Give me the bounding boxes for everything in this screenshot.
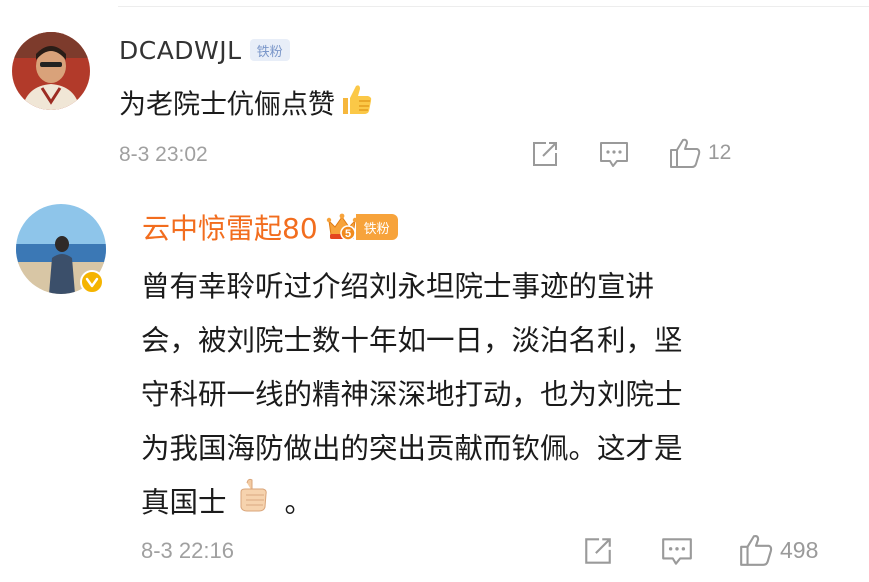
thumbs-up-emoji bbox=[237, 477, 271, 531]
like-count: 12 bbox=[708, 141, 732, 164]
comment-text-line: 曾有幸聆听过介绍刘永坦院士事迹的宣讲 bbox=[141, 270, 655, 303]
crown-level: 5 bbox=[345, 228, 351, 240]
comment-button[interactable] bbox=[660, 536, 694, 568]
timestamp: 8-3 23:02 bbox=[119, 143, 208, 166]
like-icon bbox=[738, 533, 774, 567]
comment-text-line: 为我国海防做出的突出贡献而钦佩。这才是 bbox=[141, 432, 683, 465]
username[interactable]: 云中惊雷起80 bbox=[142, 207, 318, 247]
comment-text-line: 会，被刘院士数十年如一日，淡泊名利，坚 bbox=[141, 324, 683, 357]
fan-badge[interactable]: 铁粉 bbox=[355, 214, 398, 240]
comment-text-content: 为老院士伉俪点赞 bbox=[119, 89, 335, 121]
like-icon bbox=[668, 137, 702, 169]
verified-icon bbox=[85, 277, 99, 288]
like-button[interactable]: 12 bbox=[668, 137, 731, 169]
comment-text-content: 。 bbox=[284, 486, 314, 519]
timestamp: 8-3 22:16 bbox=[141, 538, 234, 563]
comment-text: 曾有幸聆听过介绍刘永坦院士事迹的宣讲 会，被刘院士数十年如一日，淡泊名利，坚 守… bbox=[141, 260, 683, 531]
comment-header: DCADWJL 铁粉 bbox=[119, 36, 290, 65]
share-button[interactable] bbox=[582, 535, 614, 567]
comment-footer: 8-3 22:16 bbox=[141, 536, 234, 566]
comment-button[interactable] bbox=[598, 140, 630, 170]
like-button[interactable]: 498 bbox=[738, 533, 818, 567]
share-button[interactable] bbox=[530, 139, 560, 169]
share-icon bbox=[530, 139, 560, 169]
comment-icon bbox=[660, 536, 694, 568]
fan-badge[interactable]: 铁粉 bbox=[249, 39, 290, 61]
username[interactable]: DCADWJL bbox=[119, 36, 242, 65]
thumbs-up-emoji bbox=[337, 80, 375, 132]
comment-item: 云中惊雷起80 5 铁粉 曾有幸聆听过介绍刘永坦院士事迹的宣讲 会，被刘院士数十… bbox=[0, 180, 869, 582]
comment-text-line: 守科研一线的精神深深地打动，也为刘院士 bbox=[141, 378, 683, 411]
comment-header: 云中惊雷起80 5 铁粉 bbox=[142, 207, 398, 247]
comment-text: 为老院士伉俪点赞 bbox=[119, 80, 375, 132]
like-count: 498 bbox=[780, 536, 819, 563]
comment-footer: 8-3 23:02 bbox=[119, 140, 208, 170]
share-icon bbox=[582, 535, 614, 567]
verified-badge bbox=[80, 270, 104, 294]
comment-text-line: 真国士 。 bbox=[141, 476, 683, 531]
comment-icon bbox=[598, 140, 630, 170]
comment-text-content: 真国士 bbox=[141, 486, 227, 519]
avatar[interactable] bbox=[12, 32, 90, 110]
vip-crown-icon[interactable]: 5 bbox=[326, 211, 358, 243]
comment-item: DCADWJL 铁粉 为老院士伉俪点赞 8-3 23:02 12 bbox=[0, 0, 869, 180]
